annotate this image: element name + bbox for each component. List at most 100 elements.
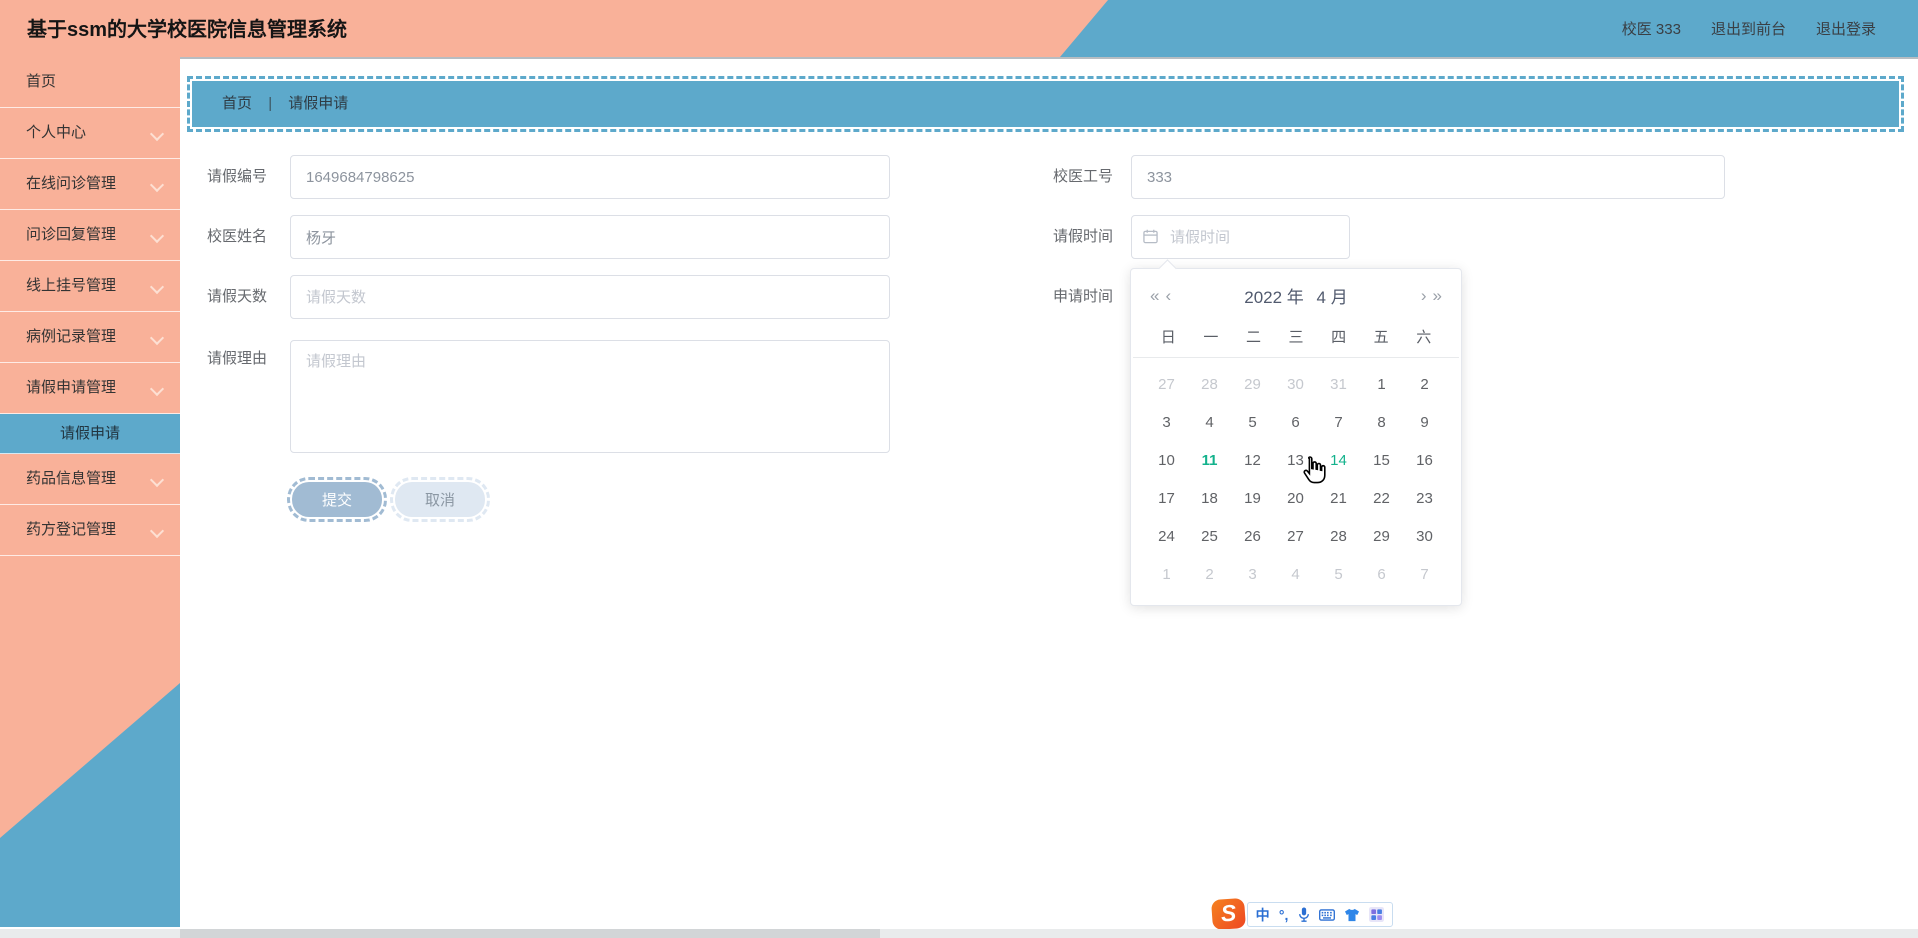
microphone-icon[interactable]	[1298, 906, 1310, 923]
calendar-date-cell[interactable]: 27	[1145, 366, 1188, 404]
calendar-date-cell[interactable]: 31	[1317, 366, 1360, 404]
calendar-date-cell[interactable]: 6	[1274, 404, 1317, 442]
ime-chinese-mode-icon[interactable]: 中	[1256, 908, 1270, 922]
calendar-date-cell[interactable]: 11	[1188, 442, 1231, 480]
chevron-down-icon	[149, 126, 165, 142]
calendar-date-cell[interactable]: 16	[1403, 442, 1446, 480]
sidebar-item-consult-reply[interactable]: 问诊回复管理	[0, 210, 180, 261]
doctor-no-input[interactable]	[1131, 155, 1725, 199]
chevron-down-icon	[149, 279, 165, 295]
calendar-date-cell[interactable]: 24	[1145, 518, 1188, 556]
sidebar-item-prescription-register[interactable]: 药方登记管理	[0, 505, 180, 556]
leave-time-input[interactable]	[1131, 215, 1350, 259]
calendar-date-cell[interactable]: 17	[1145, 480, 1188, 518]
sidebar-item-medicine-info[interactable]: 药品信息管理	[0, 454, 180, 505]
calendar-date-cell[interactable]: 5	[1317, 556, 1360, 594]
leave-id-input[interactable]	[290, 155, 890, 199]
calendar-icon	[1143, 229, 1158, 249]
sidebar-item-home[interactable]: 首页	[0, 57, 180, 108]
calendar-date-cell[interactable]: 7	[1403, 556, 1446, 594]
chevron-down-icon	[149, 472, 165, 488]
calendar-date-cell[interactable]: 2	[1403, 366, 1446, 404]
ime-sogou-logo[interactable]: S	[1210, 897, 1247, 931]
skin-icon[interactable]	[1344, 908, 1360, 922]
calendar-date-cell[interactable]: 8	[1360, 404, 1403, 442]
prev-month-button[interactable]: ‹	[1162, 286, 1174, 306]
calendar-grid: 27 28 29 30 31 1 2 3 4 5 6 7 8 9 10 11 12 13 14 15 16 17 18 19 2…	[1131, 358, 1461, 604]
calendar-date-cell[interactable]: 26	[1231, 518, 1274, 556]
sidebar-item-label: 病例记录管理	[26, 328, 117, 345]
calendar-date-cell[interactable]: 14	[1317, 442, 1360, 480]
weekday-label: 日	[1160, 329, 1176, 346]
app-header: 基于ssm的大学校医院信息管理系统 校医 333 退出到前台 退出登录	[0, 0, 1918, 57]
calendar-date-cell[interactable]: 12	[1231, 442, 1274, 480]
toolbox-icon[interactable]	[1369, 907, 1385, 922]
datepicker-popup: « ‹ 2022 年 4 月 › » 日 一 二 三 四 五 六 27 28 29 3…	[1130, 259, 1462, 606]
calendar-date-cell[interactable]: 25	[1188, 518, 1231, 556]
next-year-button[interactable]: »	[1430, 286, 1445, 306]
breadcrumb-home[interactable]: 首页	[222, 95, 252, 112]
sidebar-item-online-consult[interactable]: 在线问诊管理	[0, 159, 180, 210]
calendar-date-cell[interactable]: 29	[1231, 366, 1274, 404]
calendar-date-cell[interactable]: 1	[1360, 366, 1403, 404]
sidebar-item-label: 线上挂号管理	[26, 277, 117, 294]
sidebar-item-personal-center[interactable]: 个人中心	[0, 108, 180, 159]
calendar-date-cell[interactable]: 4	[1274, 556, 1317, 594]
calendar-date-cell[interactable]: 21	[1317, 480, 1360, 518]
calendar-date-cell[interactable]: 7	[1317, 404, 1360, 442]
prev-year-button[interactable]: «	[1147, 286, 1162, 306]
calendar-date-cell[interactable]: 4	[1188, 404, 1231, 442]
next-month-button[interactable]: ›	[1418, 286, 1430, 306]
calendar-date-cell[interactable]: 19	[1231, 480, 1274, 518]
leave-reason-textarea[interactable]	[290, 340, 890, 453]
calendar-date-cell[interactable]: 20	[1274, 480, 1317, 518]
cancel-button[interactable]: 取消	[390, 477, 490, 522]
calendar-date-cell[interactable]: 3	[1231, 556, 1274, 594]
calendar-week-row: 24 25 26 27 28 29 30	[1145, 518, 1447, 556]
calendar-date-cell[interactable]: 10	[1145, 442, 1188, 480]
calendar-date-cell[interactable]: 6	[1360, 556, 1403, 594]
calendar-date-cell[interactable]: 30	[1403, 518, 1446, 556]
logout-link[interactable]: 退出登录	[1816, 18, 1876, 39]
leave-days-input[interactable]	[290, 275, 890, 319]
calendar-week-row: 1234567	[1145, 556, 1447, 594]
doctor-name-input[interactable]	[290, 215, 890, 259]
calendar-date-cell[interactable]: 29	[1360, 518, 1403, 556]
sidebar-item-leave-management[interactable]: 请假申请管理	[0, 363, 180, 414]
calendar-date-cell[interactable]: 22	[1360, 480, 1403, 518]
chevron-down-icon	[149, 177, 165, 193]
calendar-week-row: 27 28 29 30 31 1 2	[1145, 366, 1447, 404]
weekday-row: 日 一 二 三 四 五 六	[1133, 314, 1459, 358]
year-select-button[interactable]: 2022 年	[1244, 288, 1304, 307]
breadcrumb: 首页 | 请假申请	[187, 76, 1904, 132]
logout-to-front-link[interactable]: 退出到前台	[1711, 18, 1786, 39]
calendar-date-cell[interactable]: 18	[1188, 480, 1231, 518]
breadcrumb-separator: |	[268, 95, 273, 112]
sidebar-item-case-record[interactable]: 病例记录管理	[0, 312, 180, 363]
sidebar-subitem-leave-apply-active[interactable]: 请假申请	[0, 414, 180, 454]
calendar-date-cell[interactable]: 9	[1403, 404, 1446, 442]
month-select-button[interactable]: 4 月	[1317, 288, 1348, 307]
submit-button[interactable]: 提交	[287, 477, 387, 522]
calendar-date-cell[interactable]: 2	[1188, 556, 1231, 594]
calendar-date-cell[interactable]: 15	[1360, 442, 1403, 480]
calendar-date-cell[interactable]: 23	[1403, 480, 1446, 518]
calendar-date-cell[interactable]: 30	[1274, 366, 1317, 404]
keyboard-icon[interactable]	[1318, 908, 1335, 921]
calendar-date-cell[interactable]: 5	[1231, 404, 1274, 442]
sidebar-item-online-register[interactable]: 线上挂号管理	[0, 261, 180, 312]
calendar-date-cell[interactable]: 13	[1274, 442, 1317, 480]
calendar-date-cell[interactable]: 28	[1317, 518, 1360, 556]
ime-punctuation-icon[interactable]: °,	[1279, 908, 1289, 922]
horizontal-scrollbar-track[interactable]	[0, 929, 1918, 938]
calendar-date-cell[interactable]: 28	[1188, 366, 1231, 404]
leave-days-label: 请假天数	[206, 288, 267, 305]
calendar-week-row: 3456789	[1145, 404, 1447, 442]
horizontal-scrollbar-thumb[interactable]	[180, 929, 880, 938]
app-root: 基于ssm的大学校医院信息管理系统 校医 333 退出到前台 退出登录 首页 个…	[0, 0, 1918, 938]
calendar-date-cell[interactable]: 1	[1145, 556, 1188, 594]
weekday-label: 三	[1288, 329, 1304, 346]
calendar-date-cell[interactable]: 27	[1274, 518, 1317, 556]
doctor-name-label: 校医姓名	[206, 228, 267, 245]
calendar-date-cell[interactable]: 3	[1145, 404, 1188, 442]
